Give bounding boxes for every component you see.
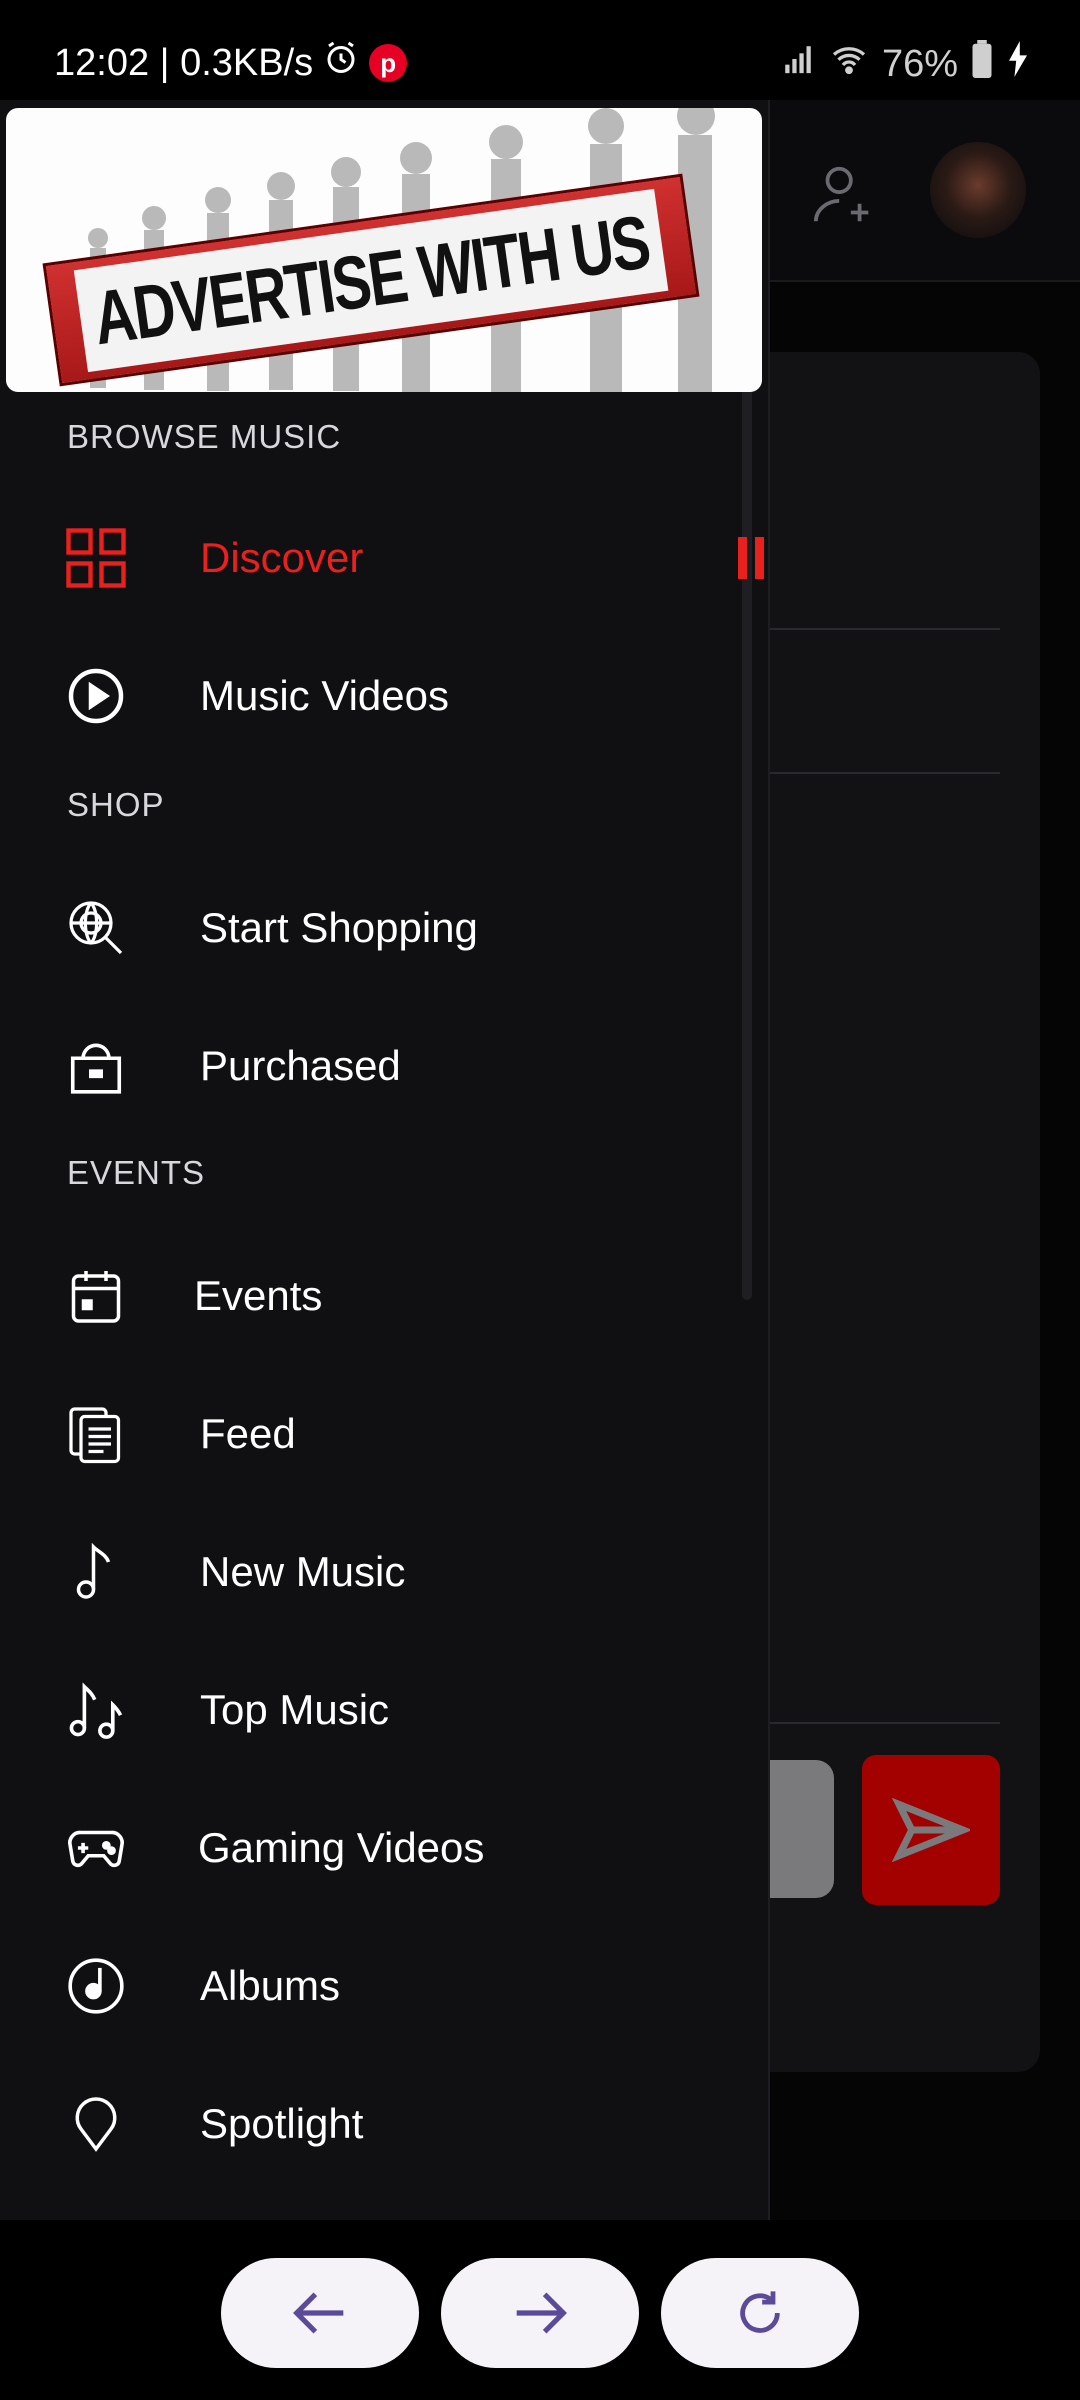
refresh-icon: [740, 2291, 780, 2333]
menu-label-gaming-videos: Gaming Videos: [198, 1824, 485, 1871]
menu-label-start-shopping: Start Shopping: [200, 904, 478, 951]
menu-label-music-videos: Music Videos: [200, 672, 450, 719]
globe-search-icon: [60, 892, 132, 964]
music-notes-icon: [60, 1674, 132, 1746]
active-indicator: [738, 537, 766, 579]
back-button[interactable]: [221, 2258, 419, 2368]
menu-item-purchased[interactable]: Purchased: [0, 1006, 768, 1126]
section-shop: SHOP: [67, 786, 165, 823]
section-browse-music: BROWSE MUSIC: [67, 418, 342, 455]
documents-icon: [60, 1398, 132, 1470]
gamepad-icon: [60, 1812, 132, 1884]
status-left: 12:02 | 0.3KB/s p: [54, 40, 408, 86]
menu-label-feed: Feed: [200, 1410, 296, 1457]
menu-item-albums[interactable]: Albums: [0, 1926, 768, 2046]
menu-label-new-music: New Music: [200, 1548, 406, 1595]
status-right: 76%: [780, 40, 1030, 88]
bottom-navigation: [0, 2220, 1080, 2400]
divider: [760, 1722, 1000, 1724]
send-button[interactable]: [862, 1755, 1000, 1905]
menu-item-gaming-videos[interactable]: Gaming Videos: [0, 1788, 768, 1908]
status-time-speed: 12:02 | 0.3KB/s: [54, 41, 314, 84]
status-bar: 12:02 | 0.3KB/s p 76%: [0, 0, 1080, 100]
forward-button[interactable]: [441, 2258, 639, 2368]
navigation-drawer: ADVERTISE WITH US BROWSE MUSIC Discover …: [0, 100, 770, 2220]
charging-icon: [1006, 41, 1030, 87]
divider: [760, 628, 1000, 630]
arrow-left-icon: [293, 2292, 344, 2334]
calendar-icon: [60, 1260, 132, 1332]
avatar[interactable]: [930, 142, 1026, 238]
wifi-icon: [828, 41, 870, 87]
menu-item-start-shopping[interactable]: Start Shopping: [0, 868, 768, 988]
map-pin-icon: [60, 2088, 132, 2160]
grid-icon: [60, 522, 132, 594]
menu-item-spotlight[interactable]: Spotlight: [0, 2064, 768, 2184]
play-circle-icon: [60, 660, 132, 732]
refresh-button[interactable]: [661, 2258, 859, 2368]
menu-item-feed[interactable]: Feed: [0, 1374, 768, 1494]
menu-label-events: Events: [194, 1272, 323, 1319]
battery-icon: [970, 40, 994, 88]
menu-item-top-music[interactable]: Top Music: [0, 1650, 768, 1770]
divider: [760, 772, 1000, 774]
menu-item-new-music[interactable]: New Music: [0, 1512, 768, 1632]
add-user-icon[interactable]: [810, 160, 880, 230]
battery-percent: 76%: [881, 42, 958, 85]
menu-label-purchased: Purchased: [200, 1042, 401, 1089]
album-icon: [60, 1950, 132, 2022]
shopping-bag-icon: [60, 1030, 132, 1102]
section-events: EVENTS: [67, 1154, 206, 1191]
advertise-banner[interactable]: ADVERTISE WITH US: [6, 108, 762, 392]
arrow-right-icon: [516, 2292, 567, 2334]
menu-item-events[interactable]: Events: [0, 1236, 768, 1356]
menu-item-music-videos[interactable]: Music Videos: [0, 636, 768, 756]
menu-label-top-music: Top Music: [200, 1686, 390, 1733]
menu-label-discover: Discover: [200, 534, 364, 581]
menu-item-discover[interactable]: Discover: [0, 498, 768, 618]
signal-icon: [780, 42, 816, 86]
music-note-icon: [60, 1536, 132, 1608]
alarm-icon: [323, 40, 359, 86]
menu-label-albums: Albums: [200, 1962, 341, 2009]
pinterest-icon: p: [369, 44, 408, 82]
menu-label-spotlight: Spotlight: [200, 2100, 364, 2147]
